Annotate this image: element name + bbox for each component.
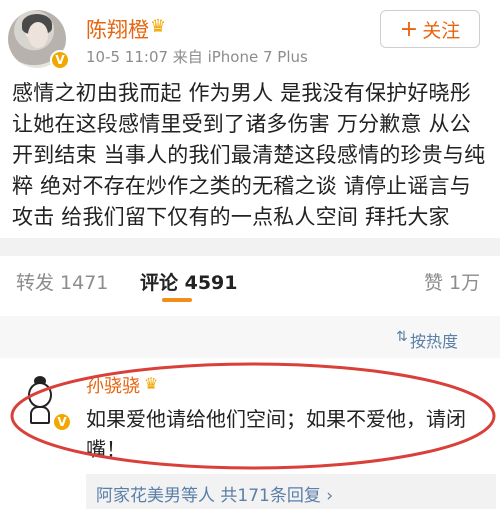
replies-count: 共171条回复 [220, 486, 321, 506]
tab-comment[interactable]: 评论 4591 [140, 268, 238, 295]
sort-row: ⇅ 按热度 [0, 316, 500, 358]
post-header: V 陈翔橙 ♛ 10-5 11:07 来自 iPhone 7 Plus + 关注 [0, 0, 500, 78]
tab-repost[interactable]: 转发 1471 [16, 268, 108, 295]
comment-text: 如果爱他请给他们空间；如果不爱他，请闭嘴！ [86, 407, 466, 461]
avatar-body [30, 406, 50, 424]
comment-item: V 孙骁骁 ♛ 如果爱他请给他们空间；如果不爱他，请闭嘴！ 阿家花美男等人 共1… [0, 370, 500, 509]
replies-users: 阿家花美男等人 [96, 486, 215, 506]
comment-username[interactable]: 孙骁骁 [86, 372, 140, 398]
verified-v-icon: V [52, 412, 72, 432]
active-tab-indicator [162, 298, 192, 302]
tab-like[interactable]: 赞 1万 [424, 268, 480, 295]
follow-button[interactable]: + 关注 [380, 10, 480, 48]
post-meta: 10-5 11:07 来自 iPhone 7 Plus [86, 48, 308, 66]
crown-icon: ♛ [150, 16, 167, 37]
comment-replies-link[interactable]: 阿家花美男等人 共171条回复 › [86, 474, 496, 509]
chevron-right-icon: › [326, 486, 334, 506]
post-body-text: 感情之初由我而起 作为男人 是我没有保护好晓彤 让她在这段感情里受到了诸多伤害 … [12, 81, 486, 229]
avatar-face [28, 22, 48, 48]
comment-avatar[interactable] [20, 376, 60, 424]
crown-icon: ♛ [144, 374, 159, 393]
avatar-head [28, 382, 52, 408]
plus-icon: + [399, 16, 419, 42]
post-tabs: 转发 1471 评论 4591 赞 1万 [0, 256, 500, 304]
verified-v-icon: V [50, 50, 70, 70]
sort-by-hot-button[interactable]: 按热度 [410, 328, 458, 352]
section-divider [0, 238, 500, 256]
author-username[interactable]: 陈翔橙 [86, 14, 149, 44]
sort-icon: ⇅ [396, 329, 408, 345]
follow-label: 关注 [422, 19, 461, 42]
